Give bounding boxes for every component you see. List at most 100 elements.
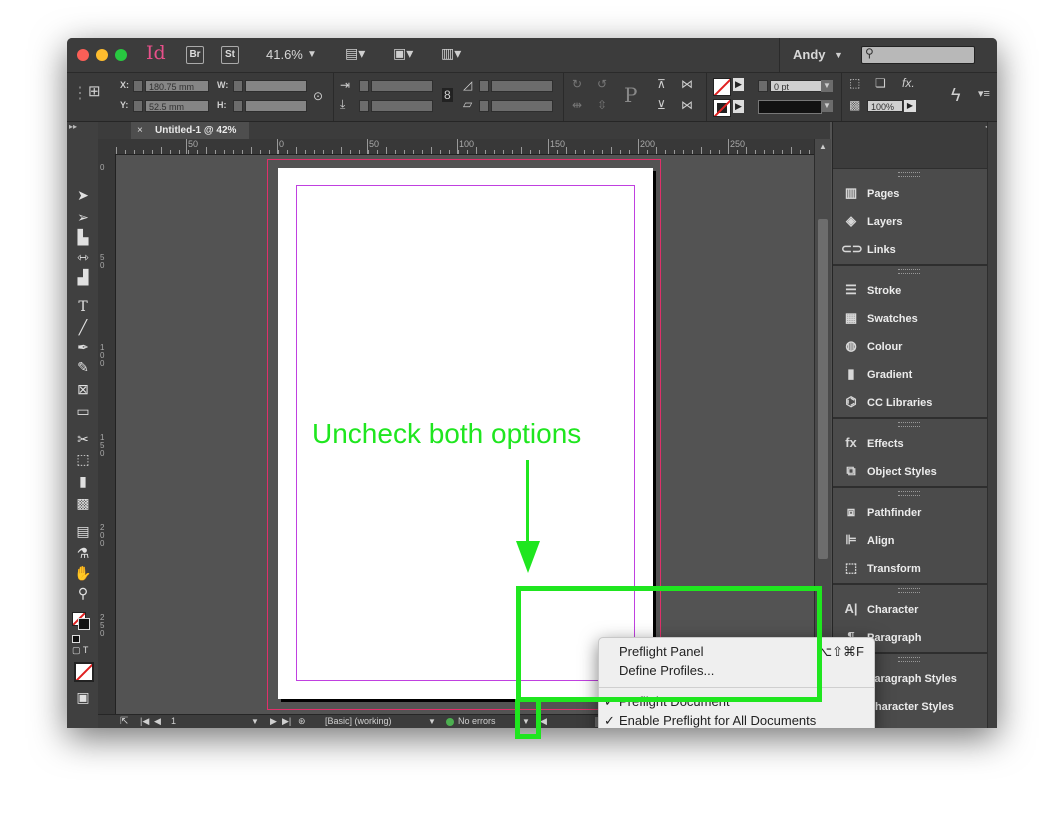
y-field[interactable]: 52.5 mm — [145, 100, 209, 112]
stroke-swatch[interactable] — [713, 99, 731, 117]
user-name[interactable]: Andy — [793, 47, 826, 62]
zoom-tool-icon[interactable]: ⚲ — [73, 584, 93, 602]
panel-item-layers[interactable]: ◈ Layers — [841, 212, 981, 230]
panel-item-character[interactable]: A| Character — [841, 600, 981, 618]
apply-none-icon[interactable] — [74, 662, 94, 682]
gradient-feather-tool-icon[interactable]: ▩ — [73, 494, 93, 512]
corner-options-icon[interactable]: ⬚ — [849, 76, 860, 90]
x-stepper[interactable] — [133, 80, 143, 92]
note-tool-icon[interactable]: ▤ — [73, 522, 93, 540]
panel-group-grip[interactable] — [898, 422, 920, 427]
opacity-field[interactable]: 100% — [867, 100, 903, 112]
preflight-profile-icon[interactable]: ⊛ — [298, 716, 306, 727]
panel-group-grip[interactable] — [898, 269, 920, 274]
rectangle-tool-icon[interactable]: ▭ — [73, 402, 93, 420]
horizontal-ruler[interactable]: 50 0 50 100 150 200 250 — [116, 139, 830, 155]
h-field[interactable] — [245, 100, 307, 112]
panel-item-stroke[interactable]: ☰ Stroke — [841, 281, 981, 299]
preflight-errors[interactable]: No errors — [458, 716, 496, 726]
eyedropper-tool-icon[interactable]: ⚗ — [73, 544, 93, 562]
view-options-icon[interactable]: ▤▾ — [345, 45, 365, 62]
select-content-icon[interactable]: ⊻ — [657, 98, 666, 112]
rotate-stepper[interactable] — [479, 80, 489, 92]
effects-fx-icon[interactable]: fx. — [902, 76, 915, 90]
default-fill-stroke-icon[interactable] — [72, 635, 80, 643]
panel-group-grip[interactable] — [898, 172, 920, 177]
fill-stroke-stroke-icon[interactable] — [78, 618, 90, 630]
chain-link-icon[interactable]: 8 — [442, 88, 453, 102]
hand-tool-icon[interactable]: ✋ — [73, 564, 93, 582]
previous-page-icon[interactable]: ◀ — [154, 716, 161, 727]
panel-item-cc-libraries[interactable]: ⌬ CC Libraries — [841, 393, 981, 411]
next-page-icon[interactable]: ▶ — [270, 716, 277, 727]
scroll-up-icon[interactable]: ▲ — [819, 142, 827, 151]
select-previous-icon[interactable]: ⋈ — [681, 77, 693, 91]
scale-y-stepper[interactable] — [359, 100, 369, 112]
search-input[interactable]: ⚲ — [861, 46, 975, 64]
stroke-menu-icon[interactable]: ▶ — [733, 100, 744, 113]
stock-button[interactable]: St — [221, 46, 239, 64]
zoom-dropdown-icon[interactable]: ▼ — [307, 49, 317, 60]
panel-item-align[interactable]: ⊫ Align — [841, 531, 981, 549]
shear-stepper[interactable] — [479, 100, 489, 112]
screen-mode-tool-icon[interactable]: ▣ — [73, 688, 93, 706]
fill-menu-icon[interactable]: ▶ — [733, 78, 744, 91]
rectangle-frame-tool-icon[interactable]: ⊠ — [73, 380, 93, 398]
bridge-button[interactable]: Br — [186, 46, 204, 64]
panel-item-pathfinder[interactable]: ⧈ Pathfinder — [841, 503, 981, 521]
vertical-ruler[interactable]: 0 50 100 150 200 250 — [98, 154, 116, 714]
select-next-icon[interactable]: ⋈ — [681, 98, 693, 112]
select-container-icon[interactable]: ⊼ — [657, 77, 666, 91]
content-collector-tool-icon[interactable]: ▟ — [73, 268, 93, 286]
open-page-icon[interactable]: ⇱ — [120, 716, 128, 727]
line-tool-icon[interactable]: ╱ — [73, 318, 93, 336]
preflight-profile-label[interactable]: [Basic] (working) — [325, 716, 392, 726]
panel-item-effects[interactable]: fx Effects — [841, 434, 981, 452]
panel-group-grip[interactable] — [898, 491, 920, 496]
reference-point-icon[interactable]: ⊞ — [88, 82, 101, 100]
h-stepper[interactable] — [233, 100, 243, 112]
ruler-origin[interactable] — [98, 139, 116, 154]
page-tool-icon[interactable]: ▙ — [73, 228, 93, 246]
screen-mode-icon[interactable]: ▣▾ — [393, 45, 413, 62]
gradient-swatch-tool-icon[interactable]: ▮ — [73, 472, 93, 490]
menu-item-enable-preflight-all[interactable]: ✓ Enable Preflight for All Documents — [599, 711, 874, 728]
vertical-scroll-thumb[interactable] — [818, 219, 828, 559]
w-stepper[interactable] — [233, 80, 243, 92]
panel-item-gradient[interactable]: ▮ Gradient — [841, 365, 981, 383]
shear-field[interactable] — [491, 100, 553, 112]
stroke-weight-stepper[interactable] — [758, 80, 768, 92]
close-window-button[interactable] — [77, 49, 89, 61]
tools-expand-icon[interactable]: ▸▸ — [69, 122, 77, 131]
panel-group-grip[interactable] — [898, 588, 920, 593]
selection-tool-icon[interactable]: ➤ — [73, 186, 93, 204]
fill-swatch[interactable] — [713, 78, 731, 96]
first-page-icon[interactable]: |◀ — [140, 716, 149, 727]
x-field[interactable]: 180.75 mm — [145, 80, 209, 92]
arrange-documents-icon[interactable]: ▥▾ — [441, 45, 461, 62]
panel-item-pages[interactable]: ▥ Pages — [841, 184, 981, 202]
opacity-menu-icon[interactable]: ▶ — [904, 100, 916, 112]
scale-y-field[interactable] — [371, 100, 433, 112]
user-dropdown-icon[interactable]: ▼ — [834, 50, 843, 60]
scale-x-stepper[interactable] — [359, 80, 369, 92]
gap-tool-icon[interactable]: ⇿ — [73, 248, 93, 266]
scale-x-field[interactable] — [371, 80, 433, 92]
page-dropdown-icon[interactable]: ▼ — [251, 717, 259, 726]
scroll-left-icon[interactable]: ◀ — [540, 716, 547, 727]
document-tab[interactable]: × Untitled-1 @ 42% — [131, 122, 249, 139]
type-tool-icon[interactable]: T — [73, 298, 93, 316]
panel-item-colour[interactable]: ◍ Colour — [841, 337, 981, 355]
panel-item-links[interactable]: ⊂⊃ Links — [841, 240, 981, 258]
panel-dock-scrollbar[interactable] — [987, 122, 997, 728]
zoom-window-button[interactable] — [115, 49, 127, 61]
y-stepper[interactable] — [133, 100, 143, 112]
pencil-tool-icon[interactable]: ✎ — [73, 358, 93, 376]
panel-item-object-styles[interactable]: ⧉ Object Styles — [841, 462, 981, 480]
flip-horizontal-icon[interactable]: ⇹ — [572, 98, 582, 112]
control-panel-menu-icon[interactable]: ▾≡ — [978, 87, 990, 100]
direct-selection-tool-icon[interactable]: ➢ — [73, 208, 93, 226]
quick-apply-icon[interactable]: ϟ — [951, 85, 961, 106]
panel-item-transform[interactable]: ⬚ Transform — [841, 559, 981, 577]
drop-shadow-icon[interactable]: ❏ — [875, 76, 886, 90]
